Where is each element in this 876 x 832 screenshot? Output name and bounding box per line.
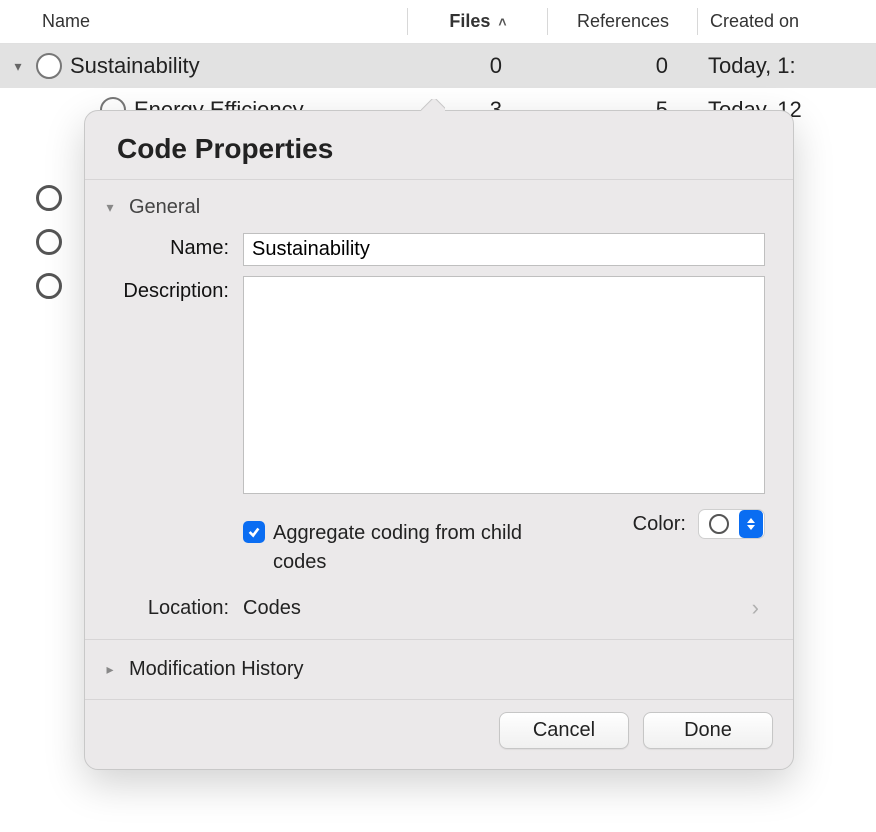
name-label: Name:: [113, 233, 243, 266]
table-row[interactable]: ▾ Sustainability 0 0 Today, 1:: [0, 44, 876, 88]
color-select[interactable]: [698, 509, 765, 539]
column-header-name[interactable]: Name: [0, 0, 408, 43]
cell-refs: 0: [548, 53, 698, 79]
disclosure-triangle-icon[interactable]: ▾: [8, 58, 28, 75]
color-swatch-icon: [709, 514, 729, 534]
chevron-right-icon: ▸: [101, 661, 119, 678]
column-header-label: Name: [42, 11, 90, 32]
chevron-right-icon[interactable]: ›: [752, 595, 765, 621]
popover-arrow-icon: [421, 99, 445, 111]
name-input[interactable]: [243, 233, 765, 266]
table-header: Name Files ˄ References Created on: [0, 0, 876, 44]
code-color-ring-icon: [36, 273, 62, 299]
done-button[interactable]: Done: [643, 712, 773, 749]
column-header-label: References: [577, 11, 669, 32]
section-label: Modification History: [129, 658, 304, 681]
popover-title: Code Properties: [85, 111, 793, 179]
sort-ascending-icon: ˄: [498, 14, 506, 30]
column-header-files[interactable]: Files ˄: [408, 0, 548, 43]
cell-created: Today, 1:: [698, 53, 876, 79]
section-label: General: [129, 196, 200, 219]
aggregate-label: Aggregate coding from child codes: [273, 519, 533, 577]
cancel-button[interactable]: Cancel: [499, 712, 629, 749]
cell-files: 0: [408, 53, 548, 79]
color-label: Color:: [633, 513, 686, 536]
location-value[interactable]: Codes: [243, 597, 752, 620]
description-label: Description:: [113, 276, 243, 499]
column-header-label: Files: [449, 11, 490, 32]
code-properties-popover: Code Properties ▾ General Name: Descript…: [84, 110, 794, 770]
column-header-references[interactable]: References: [548, 0, 698, 43]
aggregate-checkbox[interactable]: [243, 521, 265, 543]
description-textarea[interactable]: [243, 276, 765, 494]
section-header-general[interactable]: ▾ General: [85, 180, 793, 229]
location-label: Location:: [113, 597, 243, 620]
code-color-ring-icon: [36, 185, 62, 211]
code-color-ring-icon: [36, 229, 62, 255]
code-color-ring-icon: [36, 53, 62, 79]
chevron-down-icon: ▾: [101, 199, 119, 216]
color-stepper-icon: [739, 510, 763, 538]
code-name-label: Sustainability: [70, 53, 200, 79]
column-header-label: Created on: [710, 11, 799, 32]
section-header-modification-history[interactable]: ▸ Modification History: [85, 640, 793, 699]
column-header-created[interactable]: Created on: [698, 0, 876, 43]
